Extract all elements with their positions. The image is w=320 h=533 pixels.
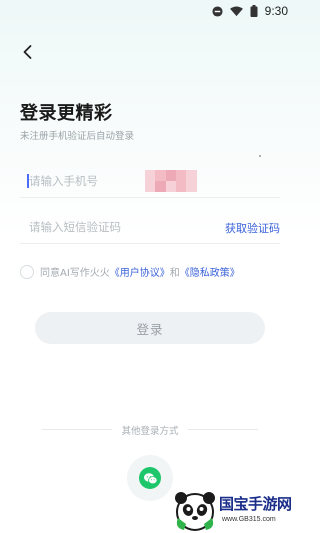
get-code-button[interactable]: 获取验证码 xyxy=(225,220,280,236)
status-bar: 9:30 xyxy=(0,0,300,22)
watermark: 国宝手游网 www.GB315.com xyxy=(172,488,300,533)
page-title: 登录更精彩 xyxy=(20,103,113,124)
agreement-checkbox[interactable] xyxy=(20,264,34,279)
other-login-label: 其他登录方式 xyxy=(121,426,179,437)
agreement-row: 同意AI写作火火 《用户协议》 和 《隐私政策》 xyxy=(20,264,240,279)
status-time: 9:30 xyxy=(264,4,288,18)
privacy-policy-link[interactable]: 《隐私政策》 xyxy=(180,264,240,279)
battery-icon xyxy=(250,5,258,17)
wechat-icon xyxy=(139,467,161,489)
back-button[interactable] xyxy=(18,42,38,62)
chevron-left-icon xyxy=(23,45,32,59)
user-agreement-link[interactable]: 《用户协议》 xyxy=(110,264,170,279)
redacted-image xyxy=(145,170,207,192)
agreement-and: 和 xyxy=(169,268,180,279)
watermark-url: www.GB315.com xyxy=(222,516,276,523)
wechat-login-button[interactable] xyxy=(127,455,173,501)
divider-right xyxy=(188,429,258,430)
agreement-prefix: 同意AI写作火火 xyxy=(40,268,110,279)
text-cursor xyxy=(27,174,29,188)
wifi-icon xyxy=(229,5,243,16)
panda-logo-icon xyxy=(175,492,215,531)
watermark-text: 国宝手游网 xyxy=(219,495,292,513)
sms-code-input[interactable] xyxy=(20,210,190,244)
page-subtitle: 未注册手机验证后自动登录 xyxy=(20,131,135,142)
speck xyxy=(259,155,261,157)
login-button[interactable]: 登录 xyxy=(35,312,265,344)
do-not-disturb-icon xyxy=(212,5,223,17)
sms-code-field[interactable]: 获取验证码 xyxy=(20,210,280,244)
